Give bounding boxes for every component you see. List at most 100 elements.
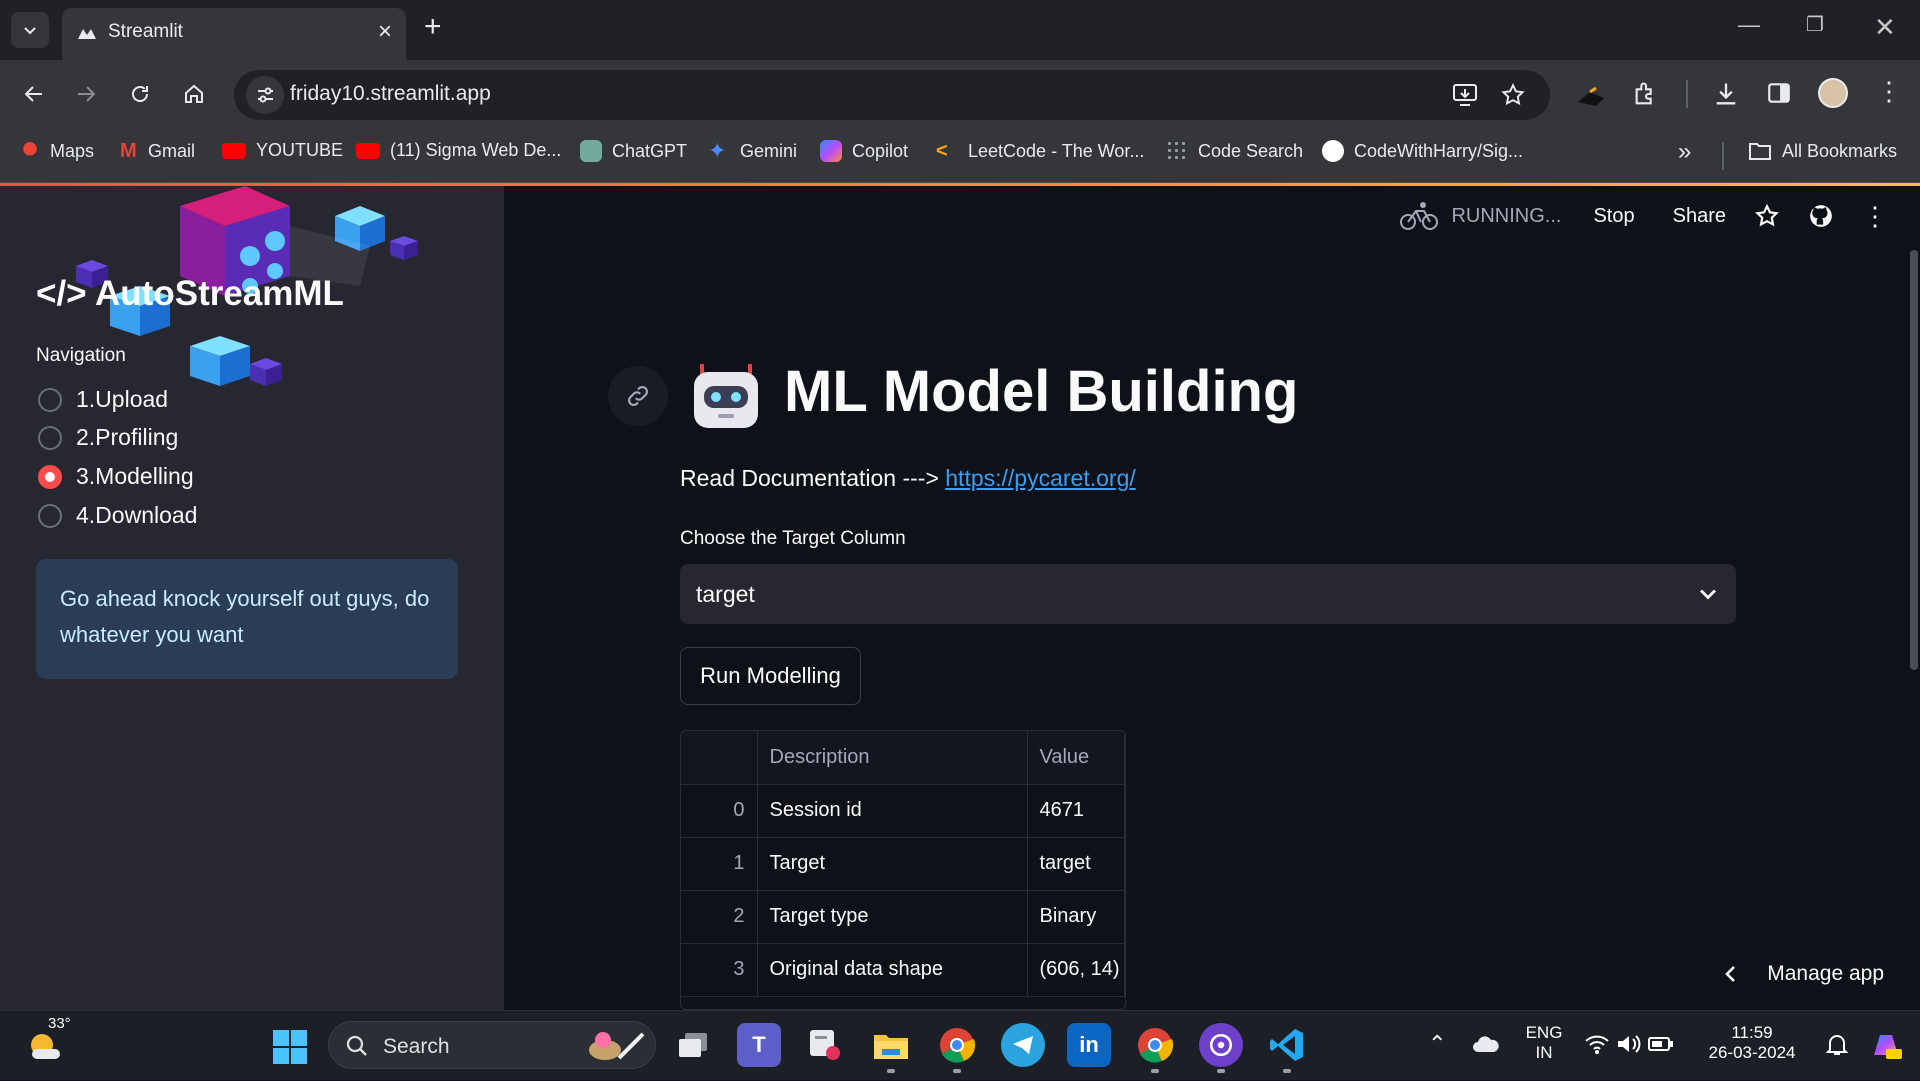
- bookmark-label: LeetCode - The Wor...: [968, 140, 1145, 161]
- browser-menu-icon[interactable]: ⋮: [1876, 76, 1902, 107]
- header-anchor-link[interactable]: [608, 366, 668, 426]
- toolbar-divider: [1686, 80, 1688, 108]
- extensions-puzzle-icon[interactable]: [1632, 80, 1660, 108]
- row-index: 1: [681, 837, 758, 891]
- chrome-profile-icon[interactable]: [1133, 1023, 1177, 1067]
- weather-widget[interactable]: 33°: [26, 1015, 71, 1063]
- task-view-icon[interactable]: [671, 1023, 715, 1067]
- cell-description: Target: [757, 837, 1028, 891]
- bookmark-sigma-web[interactable]: (11) Sigma Web De...: [356, 140, 561, 161]
- pycaret-docs-link[interactable]: https://pycaret.org/: [945, 465, 1135, 491]
- wifi-icon[interactable]: [1584, 1033, 1610, 1055]
- bookmark-gmail[interactable]: M Gmail: [120, 140, 195, 162]
- minimize-button[interactable]: —: [1738, 12, 1760, 38]
- bookmark-gemini[interactable]: ✦ Gemini: [708, 140, 797, 162]
- target-column-select[interactable]: target: [680, 564, 1736, 624]
- star-icon[interactable]: [1754, 203, 1780, 229]
- battery-icon[interactable]: [1648, 1035, 1674, 1053]
- bookmark-maps[interactable]: Maps: [20, 140, 94, 162]
- bookmark-label: Code Search: [1198, 140, 1304, 161]
- page-title: ML Model Building: [784, 359, 1299, 424]
- all-bookmarks-folder[interactable]: All Bookmarks: [1748, 140, 1897, 162]
- gemini-icon: ✦: [708, 138, 727, 163]
- linkedin-icon[interactable]: in: [1067, 1023, 1111, 1067]
- bookmark-copilot[interactable]: Copilot: [820, 140, 908, 162]
- copilot-taskbar-icon[interactable]: [1868, 1027, 1904, 1063]
- volume-icon[interactable]: [1616, 1033, 1642, 1055]
- snipping-tool-icon[interactable]: [803, 1023, 847, 1067]
- cell-description: Session id: [757, 784, 1028, 838]
- chevron-up-icon[interactable]: ⌃: [1428, 1031, 1446, 1057]
- profile-avatar[interactable]: [1818, 78, 1848, 108]
- chatgpt-icon: [580, 140, 602, 162]
- more-bookmarks-icon[interactable]: »: [1678, 138, 1691, 166]
- cell-description: Original data shape: [757, 943, 1028, 997]
- browser-toolbar: friday10.streamlit.app ⋮: [0, 60, 1920, 130]
- bookmark-codewithharry[interactable]: CodeWithHarry/Sig...: [1322, 140, 1523, 162]
- bookmark-code-search[interactable]: Code Search: [1166, 140, 1303, 162]
- file-explorer-icon[interactable]: [869, 1023, 913, 1067]
- new-tab-button[interactable]: +: [424, 10, 442, 44]
- teams-icon[interactable]: T: [737, 1023, 781, 1067]
- close-tab-icon[interactable]: ×: [378, 18, 392, 46]
- telegram-icon[interactable]: [1001, 1023, 1045, 1067]
- side-panel-icon[interactable]: [1766, 80, 1792, 106]
- clock[interactable]: 11:59 26-03-2024: [1692, 1023, 1812, 1063]
- bookmark-star-icon[interactable]: [1500, 82, 1526, 108]
- reload-icon: [132, 86, 148, 102]
- taskbar-search-label: Search: [383, 1035, 450, 1058]
- downloads-icon[interactable]: [1712, 80, 1740, 108]
- github-desktop-icon[interactable]: [1199, 1023, 1243, 1067]
- running-indicator: [953, 1069, 961, 1073]
- notification-bell-icon[interactable]: [1826, 1033, 1848, 1057]
- address-bar[interactable]: friday10.streamlit.app: [234, 70, 1550, 120]
- nav-radio-modelling[interactable]: 3.Modelling: [38, 463, 194, 490]
- site-info-icon[interactable]: [246, 76, 284, 114]
- main-scrollbar[interactable]: [1910, 250, 1918, 670]
- link-icon: [628, 386, 648, 406]
- bookmark-chatgpt[interactable]: ChatGPT: [580, 140, 687, 162]
- setup-dataframe[interactable]: Description Value 0 Session id 4671 1 Ta…: [680, 730, 1126, 1010]
- chevron-down-icon: [24, 27, 36, 35]
- app-menu-icon[interactable]: ⋮: [1862, 201, 1888, 232]
- nav-radio-download[interactable]: 4.Download: [38, 502, 197, 529]
- windows-start-icon[interactable]: [272, 1029, 308, 1065]
- tab-search-button[interactable]: [11, 12, 49, 48]
- chevron-left-icon: [1725, 966, 1736, 982]
- target-select-label: Choose the Target Column: [680, 528, 906, 549]
- table-row: 2 Target type Binary: [681, 890, 1125, 944]
- vscode-icon[interactable]: [1265, 1023, 1309, 1067]
- home-button[interactable]: [174, 74, 214, 114]
- tab-streamlit[interactable]: Streamlit ×: [62, 8, 406, 60]
- install-app-icon[interactable]: [1452, 83, 1478, 107]
- close-window-button[interactable]: ✕: [1874, 12, 1896, 43]
- code-search-icon: [1166, 140, 1188, 162]
- app-header-actions: RUNNING... Stop Share ⋮: [1399, 200, 1888, 232]
- github-icon[interactable]: [1808, 203, 1834, 229]
- share-button[interactable]: Share: [1673, 205, 1726, 228]
- home-icon: [185, 84, 203, 103]
- extension-icon[interactable]: [1576, 84, 1606, 108]
- cell-value: 4671: [1027, 784, 1125, 838]
- youtube-icon: [222, 142, 246, 159]
- sidebar-info-box: Go ahead knock yourself out guys, do wha…: [36, 559, 458, 679]
- bookmarks-divider: [1722, 142, 1724, 170]
- nav-radio-profiling[interactable]: 2.Profiling: [38, 424, 178, 451]
- leetcode-icon: <: [936, 140, 948, 162]
- forward-button[interactable]: [66, 74, 106, 114]
- nav-radio-upload[interactable]: 1.Upload: [38, 386, 168, 413]
- taskbar-search[interactable]: Search: [328, 1021, 656, 1069]
- bookmark-leetcode[interactable]: < LeetCode - The Wor...: [936, 140, 1144, 162]
- language-indicator[interactable]: ENG IN: [1516, 1023, 1572, 1063]
- back-button[interactable]: [14, 74, 54, 114]
- chrome-icon[interactable]: [935, 1023, 979, 1067]
- folder-icon: [1749, 143, 1771, 160]
- onedrive-icon[interactable]: [1472, 1035, 1500, 1053]
- bookmark-youtube[interactable]: YOUTUBE: [222, 140, 343, 161]
- restore-button[interactable]: ❐: [1806, 12, 1824, 37]
- row-index: 3: [681, 943, 758, 997]
- manage-app-button[interactable]: Manage app: [1721, 962, 1884, 986]
- stop-button[interactable]: Stop: [1593, 205, 1634, 228]
- reload-button[interactable]: [120, 74, 160, 114]
- run-modelling-button[interactable]: Run Modelling: [680, 647, 861, 705]
